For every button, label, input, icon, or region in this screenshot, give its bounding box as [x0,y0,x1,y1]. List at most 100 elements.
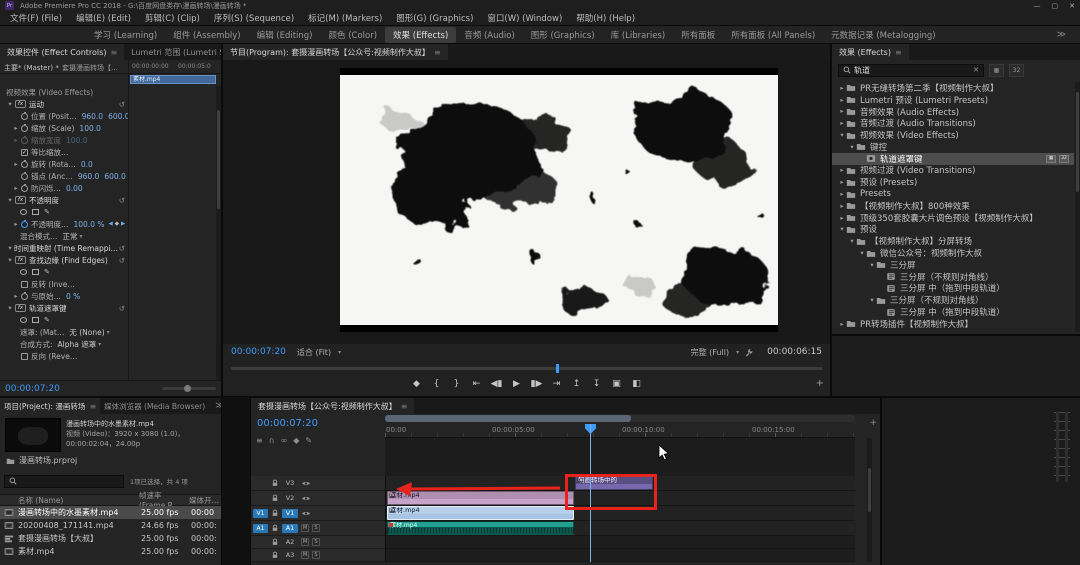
menu-item[interactable]: 标记(M) (Markers) [301,12,389,24]
property-value[interactable]: 960.0 [78,172,99,181]
menu-item[interactable]: 图形(G) (Graphics) [389,12,480,24]
lock-icon[interactable] [271,538,279,546]
prev-keyframe-icon[interactable]: ◀ [108,221,112,227]
effects-tree-item[interactable]: ▸ Lumetri 预设 (Lumetri Presets) [832,94,1074,106]
source-patch[interactable]: · [253,538,268,547]
time-ruler[interactable]: 00:00 00:00:05:00 00:00:10:00 00:00:15:00 [385,424,855,438]
twirl-icon[interactable]: ▾ [6,304,14,312]
reset-effect-icon[interactable]: ↺ [119,304,125,313]
column-name[interactable]: 名称 (Name) [18,495,139,506]
program-timecode[interactable]: 00:00:07:20 [231,347,286,357]
tab-media-browser[interactable]: 媒体浏览器 (Media Browser) [100,398,209,414]
effects-tree-item[interactable]: ▸ 音频过渡 (Audio Transitions) [832,117,1074,129]
workspace-tab[interactable]: 音频 (Audio) [456,27,523,43]
effect-row[interactable]: ▸ 防闪烁… 0.00 [0,182,216,194]
mark-in-button[interactable]: { [429,378,445,390]
effects-tree-item[interactable]: ▸ 音频效果 (Audio Effects) [832,106,1074,117]
effects-tree-item[interactable]: ▾ 三分屏（不规则对角线） [832,294,1074,306]
stopwatch-icon[interactable] [21,183,28,192]
solo-button[interactable]: S [312,538,320,546]
timeline-timecode[interactable]: 00:00:07:20 [257,418,318,429]
program-playhead[interactable] [556,364,560,373]
source-patch[interactable]: V1 [253,508,268,518]
effect-row[interactable]: ▸ 不透明度… 100.0 % ◀ ◆ ▶ [0,218,216,230]
checkbox[interactable] [21,280,28,288]
ellipse-mask-icon[interactable] [20,317,27,323]
project-file-row[interactable]: 漫画转场.prproj [6,455,77,466]
twirl-icon[interactable]: ▾ [848,237,856,245]
twirl-icon[interactable]: ▸ [838,84,846,92]
twirl-icon[interactable]: ▸ [838,119,846,127]
timeline-pen-icon[interactable]: ✎ [305,436,312,445]
eye-icon[interactable] [301,480,311,487]
twirl-icon[interactable]: ▸ [838,190,846,198]
effects-search-input[interactable]: 轨道 ✕ [838,63,984,77]
project-list-header[interactable]: 名称 (Name) 帧速率 (Frame R 媒体开… [0,491,221,510]
twirl-icon[interactable]: ▸ [838,320,846,328]
next-keyframe-icon[interactable]: ▶ [121,221,125,227]
timeline-zoom-scrollbar[interactable] [385,415,631,422]
column-media-start[interactable]: 媒体开… [189,495,221,506]
effect-row[interactable]: ▾ fx 不透明度 ↺ [0,194,216,206]
tab-lumetri-scopes[interactable]: Lumetri 范围 (Lumetri Scopes) [124,44,221,60]
tab-overflow-icon[interactable]: ≫ [209,398,221,414]
tab-program-monitor[interactable]: 节目(Program): 套摄漫画转场【公众号:视频制作大叔】 ≡ [223,44,448,60]
add-keyframe-icon[interactable]: ◆ [115,221,119,227]
ec-zoom-slider[interactable] [162,385,216,392]
sequence-label[interactable]: 套摄漫画转场【… [62,63,118,73]
workspace-overflow-icon[interactable]: ≫ [1057,30,1066,40]
reset-effect-icon[interactable]: ↺ [119,100,125,109]
timeline-settings-icon[interactable]: ≡ [256,436,263,445]
twirl-icon[interactable]: ▸ [838,202,846,210]
project-item-row[interactable]: 素材.mp4 25.00 fps 00:00: [0,545,221,558]
effects-tree-item[interactable]: 轨道遮罩键 ▦ 32 [832,152,1074,165]
twirl-icon[interactable]: ▾ [838,225,846,233]
project-item-row[interactable]: 套摄漫画转场【大叔】 25.00 fps 00:00: [0,532,221,545]
combo-value[interactable]: Alpha 遮罩 [58,339,97,350]
property-value[interactable]: 600.0 [108,112,128,121]
twirl-icon[interactable]: ▸ [12,160,20,168]
close-button[interactable]: ✕ [1069,2,1075,10]
effect-row[interactable]: 视频效果 (Video Effects) [0,86,216,98]
extract-button[interactable]: ↧ [589,378,605,390]
effect-row[interactable]: ▸ 旋转 (Rota… 0.0 [0,158,216,170]
panel-menu-icon[interactable]: ≡ [895,48,902,57]
go-to-out-button[interactable]: ⇥ [549,378,565,390]
workspace-tab[interactable]: 组件 (Assembly) [165,27,248,43]
add-marker-icon[interactable]: ◆ [293,436,299,445]
twirl-icon[interactable]: ▸ [838,178,846,186]
twirl-icon[interactable]: ▸ [838,166,846,174]
maximize-button[interactable]: ▢ [1052,2,1059,10]
effect-row[interactable]: ▾ 时间重映射 (Time Remappi… ↺ [0,242,216,254]
tab-effect-controls[interactable]: 效果控件 (Effect Controls) ≡ [0,44,125,60]
project-search-input[interactable] [4,474,124,488]
timeline-clip[interactable]: 素材.mp4 [387,521,574,535]
effect-row[interactable]: ▾ fx 运动 ↺ [0,98,216,110]
go-to-in-button[interactable]: ⇤ [469,378,485,390]
property-value[interactable]: 100.0 [79,124,100,133]
add-marker-button[interactable]: ◆ [409,378,425,390]
button-editor-plus[interactable]: + [816,378,824,389]
eye-icon[interactable] [301,495,311,502]
effects-scrollbar[interactable] [1075,82,1080,332]
effects-tree-item[interactable]: ▾ 三分屏 [832,259,1074,271]
track-name[interactable]: A1 [282,523,298,533]
twirl-icon[interactable]: ▸ [838,214,846,222]
track-name[interactable]: V1 [282,508,298,518]
effects-tree-item[interactable]: 三分屏 中（拖到中段轨道） [832,306,1074,318]
twirl-icon[interactable]: ▸ [12,124,20,132]
effect-row[interactable]: ✓ 等比缩放… [0,146,216,158]
solo-button[interactable]: S [312,551,320,559]
workspace-tab[interactable]: 库 (Libraries) [603,27,674,43]
stopwatch-icon[interactable] [21,123,28,132]
twirl-icon[interactable]: ▾ [868,296,876,304]
twirl-icon[interactable]: ▸ [12,292,20,300]
panel-menu-icon[interactable]: ≡ [89,402,96,411]
effects-tree-item[interactable]: ▾ 预设 [832,224,1074,235]
ellipse-mask-icon[interactable] [20,269,27,275]
lock-icon[interactable] [271,479,279,487]
eye-icon[interactable] [301,510,311,517]
mark-out-button[interactable]: } [449,378,465,390]
play-button[interactable]: ▶ [509,378,525,390]
timeline-plus-button[interactable]: + [869,418,877,428]
